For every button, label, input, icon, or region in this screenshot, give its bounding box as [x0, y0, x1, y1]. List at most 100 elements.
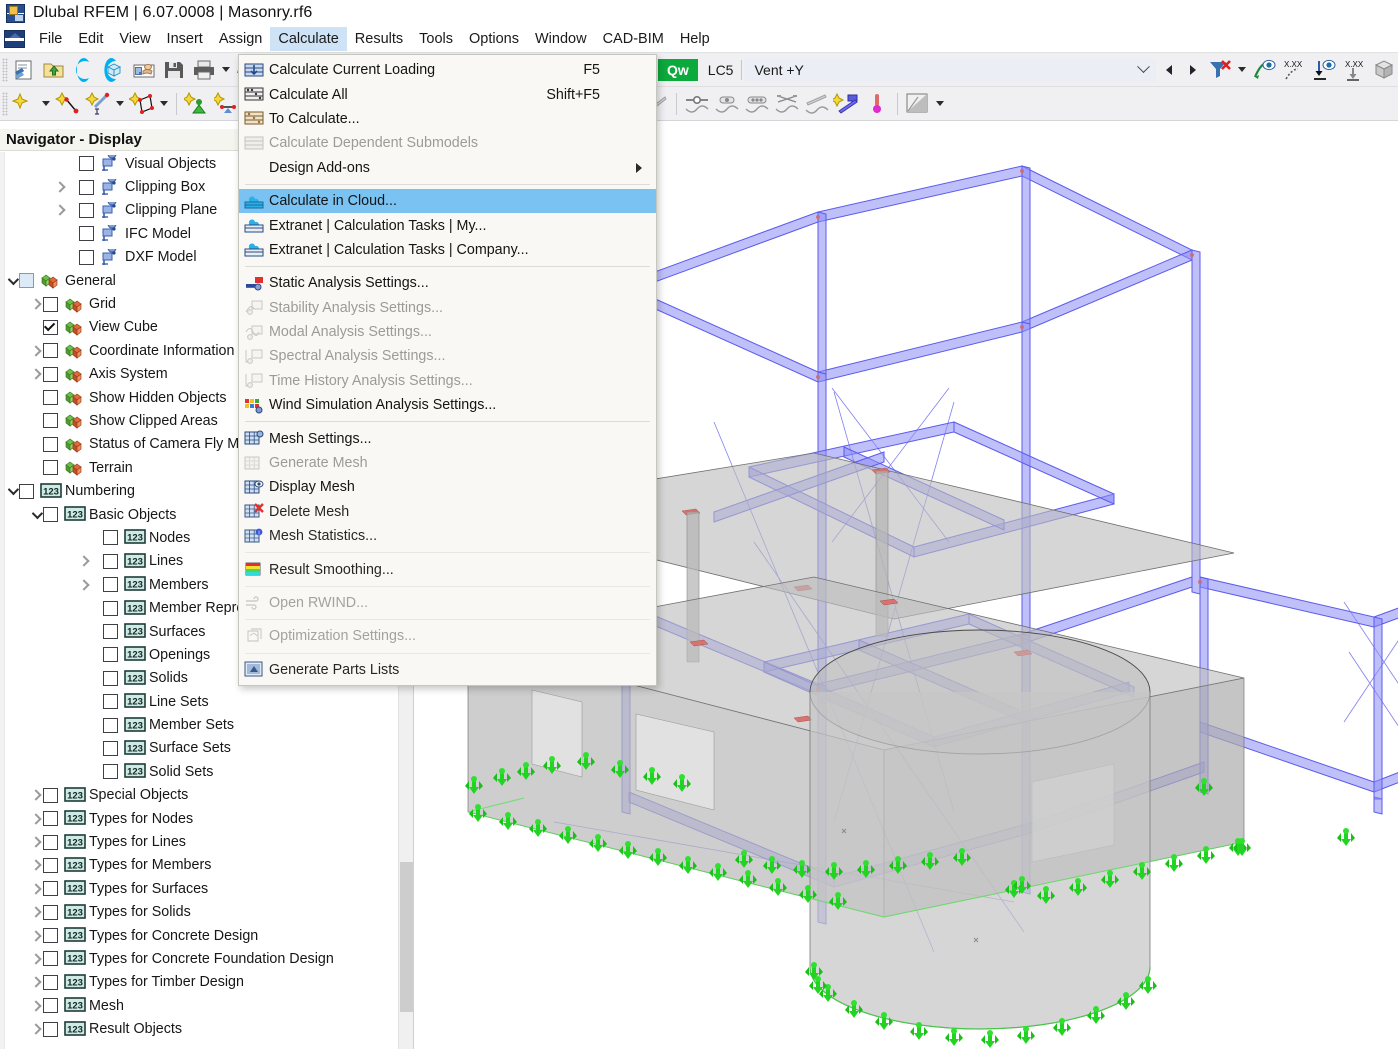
menu-item-assign[interactable]: Assign — [211, 27, 271, 51]
chevron-right-icon[interactable] — [29, 363, 43, 386]
chevron-right-icon[interactable] — [29, 877, 43, 900]
menu-option-extranet-calculation-tasks-company[interactable]: Extranet | Calculation Tasks | Company..… — [239, 238, 656, 262]
menu-option-static-analysis-settings[interactable]: Static Analysis Settings... — [239, 271, 656, 295]
navigator-checkbox[interactable] — [103, 577, 118, 593]
navigator-checkbox[interactable] — [43, 974, 58, 990]
new-member-icon[interactable] — [84, 90, 112, 118]
navigator-scrollbar-thumb[interactable] — [400, 862, 413, 1012]
menu-option-calculate-in-cloud[interactable]: Calculate in Cloud... — [239, 188, 656, 214]
member-nonlinearity-icon[interactable] — [773, 90, 801, 118]
chevron-down-icon[interactable] — [29, 503, 43, 526]
navigator-checkbox[interactable] — [43, 951, 58, 967]
navigator-checkbox[interactable] — [103, 600, 118, 616]
line-release-icon[interactable] — [683, 90, 711, 118]
navigator-item-types-for-concrete-design[interactable]: 123 Types for Concrete Design — [5, 924, 334, 947]
menu-item-calculate[interactable]: Calculate — [270, 27, 347, 51]
project-manager-icon[interactable] — [130, 56, 158, 84]
menu-option-wind-simulation-analysis-settings[interactable]: Wind Simulation Analysis Settings... — [239, 393, 656, 417]
render-mode-icon[interactable] — [904, 90, 932, 118]
member-dropdown-caret[interactable] — [114, 90, 126, 118]
navigator-checkbox[interactable] — [103, 670, 118, 686]
menu-item-options[interactable]: Options — [461, 27, 527, 51]
navigator-checkbox[interactable] — [43, 811, 58, 827]
navigator-checkbox[interactable] — [43, 1021, 58, 1037]
navigator-item-result-objects[interactable]: 123 Result Objects — [5, 1017, 334, 1040]
chevron-right-icon[interactable] — [29, 994, 43, 1017]
model-cube-icon[interactable] — [100, 56, 128, 84]
navigator-item-special-objects[interactable]: 123 Special Objects — [5, 784, 334, 807]
navigator-item-types-for-surfaces[interactable]: 123 Types for Surfaces — [5, 877, 334, 900]
chevron-right-icon[interactable] — [29, 901, 43, 924]
navigator-checkbox[interactable] — [43, 366, 58, 382]
navigator-checkbox[interactable] — [103, 553, 118, 569]
menu-option-display-mesh[interactable]: Display Mesh — [239, 475, 656, 499]
navigator-checkbox[interactable] — [43, 881, 58, 897]
chevron-down-icon[interactable] — [1130, 58, 1156, 82]
navigator-checkbox[interactable] — [19, 483, 34, 499]
navigator-item-types-for-nodes[interactable]: 123 Types for Nodes — [5, 807, 334, 830]
navigator-item-types-for-concrete-foundation-design[interactable]: 123 Types for Concrete Foundation Design — [5, 947, 334, 970]
navigator-checkbox[interactable] — [79, 179, 94, 195]
menu-option-delete-mesh[interactable]: Delete Mesh — [239, 500, 656, 524]
toolbar-grip[interactable] — [2, 57, 8, 82]
new-nodal-support-icon[interactable] — [183, 90, 211, 118]
navigator-checkbox[interactable] — [79, 156, 94, 172]
menu-option-extranet-calculation-tasks-my[interactable]: Extranet | Calculation Tasks | My... — [239, 213, 656, 237]
chevron-right-icon[interactable] — [29, 293, 43, 316]
navigator-checkbox[interactable] — [43, 928, 58, 944]
chevron-right-icon[interactable] — [29, 947, 43, 970]
navigator-checkbox[interactable] — [103, 647, 118, 663]
print-dropdown-caret[interactable] — [220, 56, 232, 84]
view-cube-icon[interactable] — [1370, 56, 1398, 84]
chevron-down-icon[interactable] — [5, 269, 19, 292]
member-eccentricity-icon[interactable] — [743, 90, 771, 118]
navigator-checkbox[interactable] — [103, 530, 118, 546]
navigator-checkbox[interactable] — [43, 998, 58, 1014]
navigator-checkbox[interactable] — [79, 226, 94, 242]
chevron-right-icon[interactable] — [77, 573, 91, 596]
navigator-checkbox[interactable] — [43, 319, 58, 335]
menu-option-design-add-ons[interactable]: Design Add-ons — [239, 156, 656, 180]
navigator-checkbox[interactable] — [43, 834, 58, 850]
calculate-dropdown-menu[interactable]: Calculate Current Loading F5 Calculate All… — [238, 54, 657, 686]
navigator-checkbox[interactable] — [103, 740, 118, 756]
chevron-right-icon[interactable] — [29, 1018, 43, 1041]
navigator-checkbox[interactable] — [103, 764, 118, 780]
render-dropdown-caret[interactable] — [934, 90, 946, 118]
navigator-item-mesh[interactable]: 123 Mesh — [5, 994, 334, 1017]
next-load-case-button[interactable] — [1182, 58, 1204, 82]
chevron-right-icon[interactable] — [29, 784, 43, 807]
new-surface-icon[interactable] — [128, 90, 156, 118]
navigator-item-types-for-solids[interactable]: 123 Types for Solids — [5, 901, 334, 924]
navigator-checkbox[interactable] — [19, 273, 34, 289]
new-line-icon[interactable] — [54, 90, 82, 118]
menu-option-mesh-statistics[interactable]: i Mesh Statistics... — [239, 524, 656, 548]
navigator-item-member-sets[interactable]: 123 Member Sets — [5, 713, 334, 736]
chevron-down-icon[interactable] — [5, 480, 19, 503]
chevron-right-icon[interactable] — [29, 924, 43, 947]
chevron-right-icon[interactable] — [29, 971, 43, 994]
menu-option-calculate-current-loading[interactable]: Calculate Current Loading F5 — [239, 58, 656, 82]
navigator-checkbox[interactable] — [103, 717, 118, 733]
member-release-icon[interactable] — [713, 90, 741, 118]
navigator-checkbox[interactable] — [79, 249, 94, 265]
menu-item-edit[interactable]: Edit — [70, 27, 111, 51]
navigator-checkbox[interactable] — [43, 787, 58, 803]
navigator-checkbox[interactable] — [103, 624, 118, 639]
chevron-right-icon[interactable] — [77, 550, 91, 573]
menu-option-mesh-settings[interactable]: Mesh Settings... — [239, 426, 656, 450]
show-line-visibility-icon[interactable] — [1250, 56, 1278, 84]
menu-item-window[interactable]: Window — [527, 27, 595, 51]
navigator-checkbox[interactable] — [79, 202, 94, 218]
navigator-checkbox[interactable] — [43, 343, 58, 359]
navigator-checkbox[interactable] — [43, 507, 58, 523]
menu-item-results[interactable]: Results — [347, 27, 411, 51]
surface-dropdown-caret[interactable] — [158, 90, 170, 118]
menu-item-file[interactable]: File — [31, 27, 70, 51]
menu-option-to-calculate[interactable]: To Calculate... — [239, 107, 656, 131]
toolbar-grip[interactable] — [2, 91, 8, 116]
show-value-icon[interactable]: X.XX — [1280, 56, 1308, 84]
print-icon[interactable] — [190, 56, 218, 84]
navigator-checkbox[interactable] — [43, 390, 58, 406]
navigator-item-types-for-lines[interactable]: 123 Types for Lines — [5, 830, 334, 853]
